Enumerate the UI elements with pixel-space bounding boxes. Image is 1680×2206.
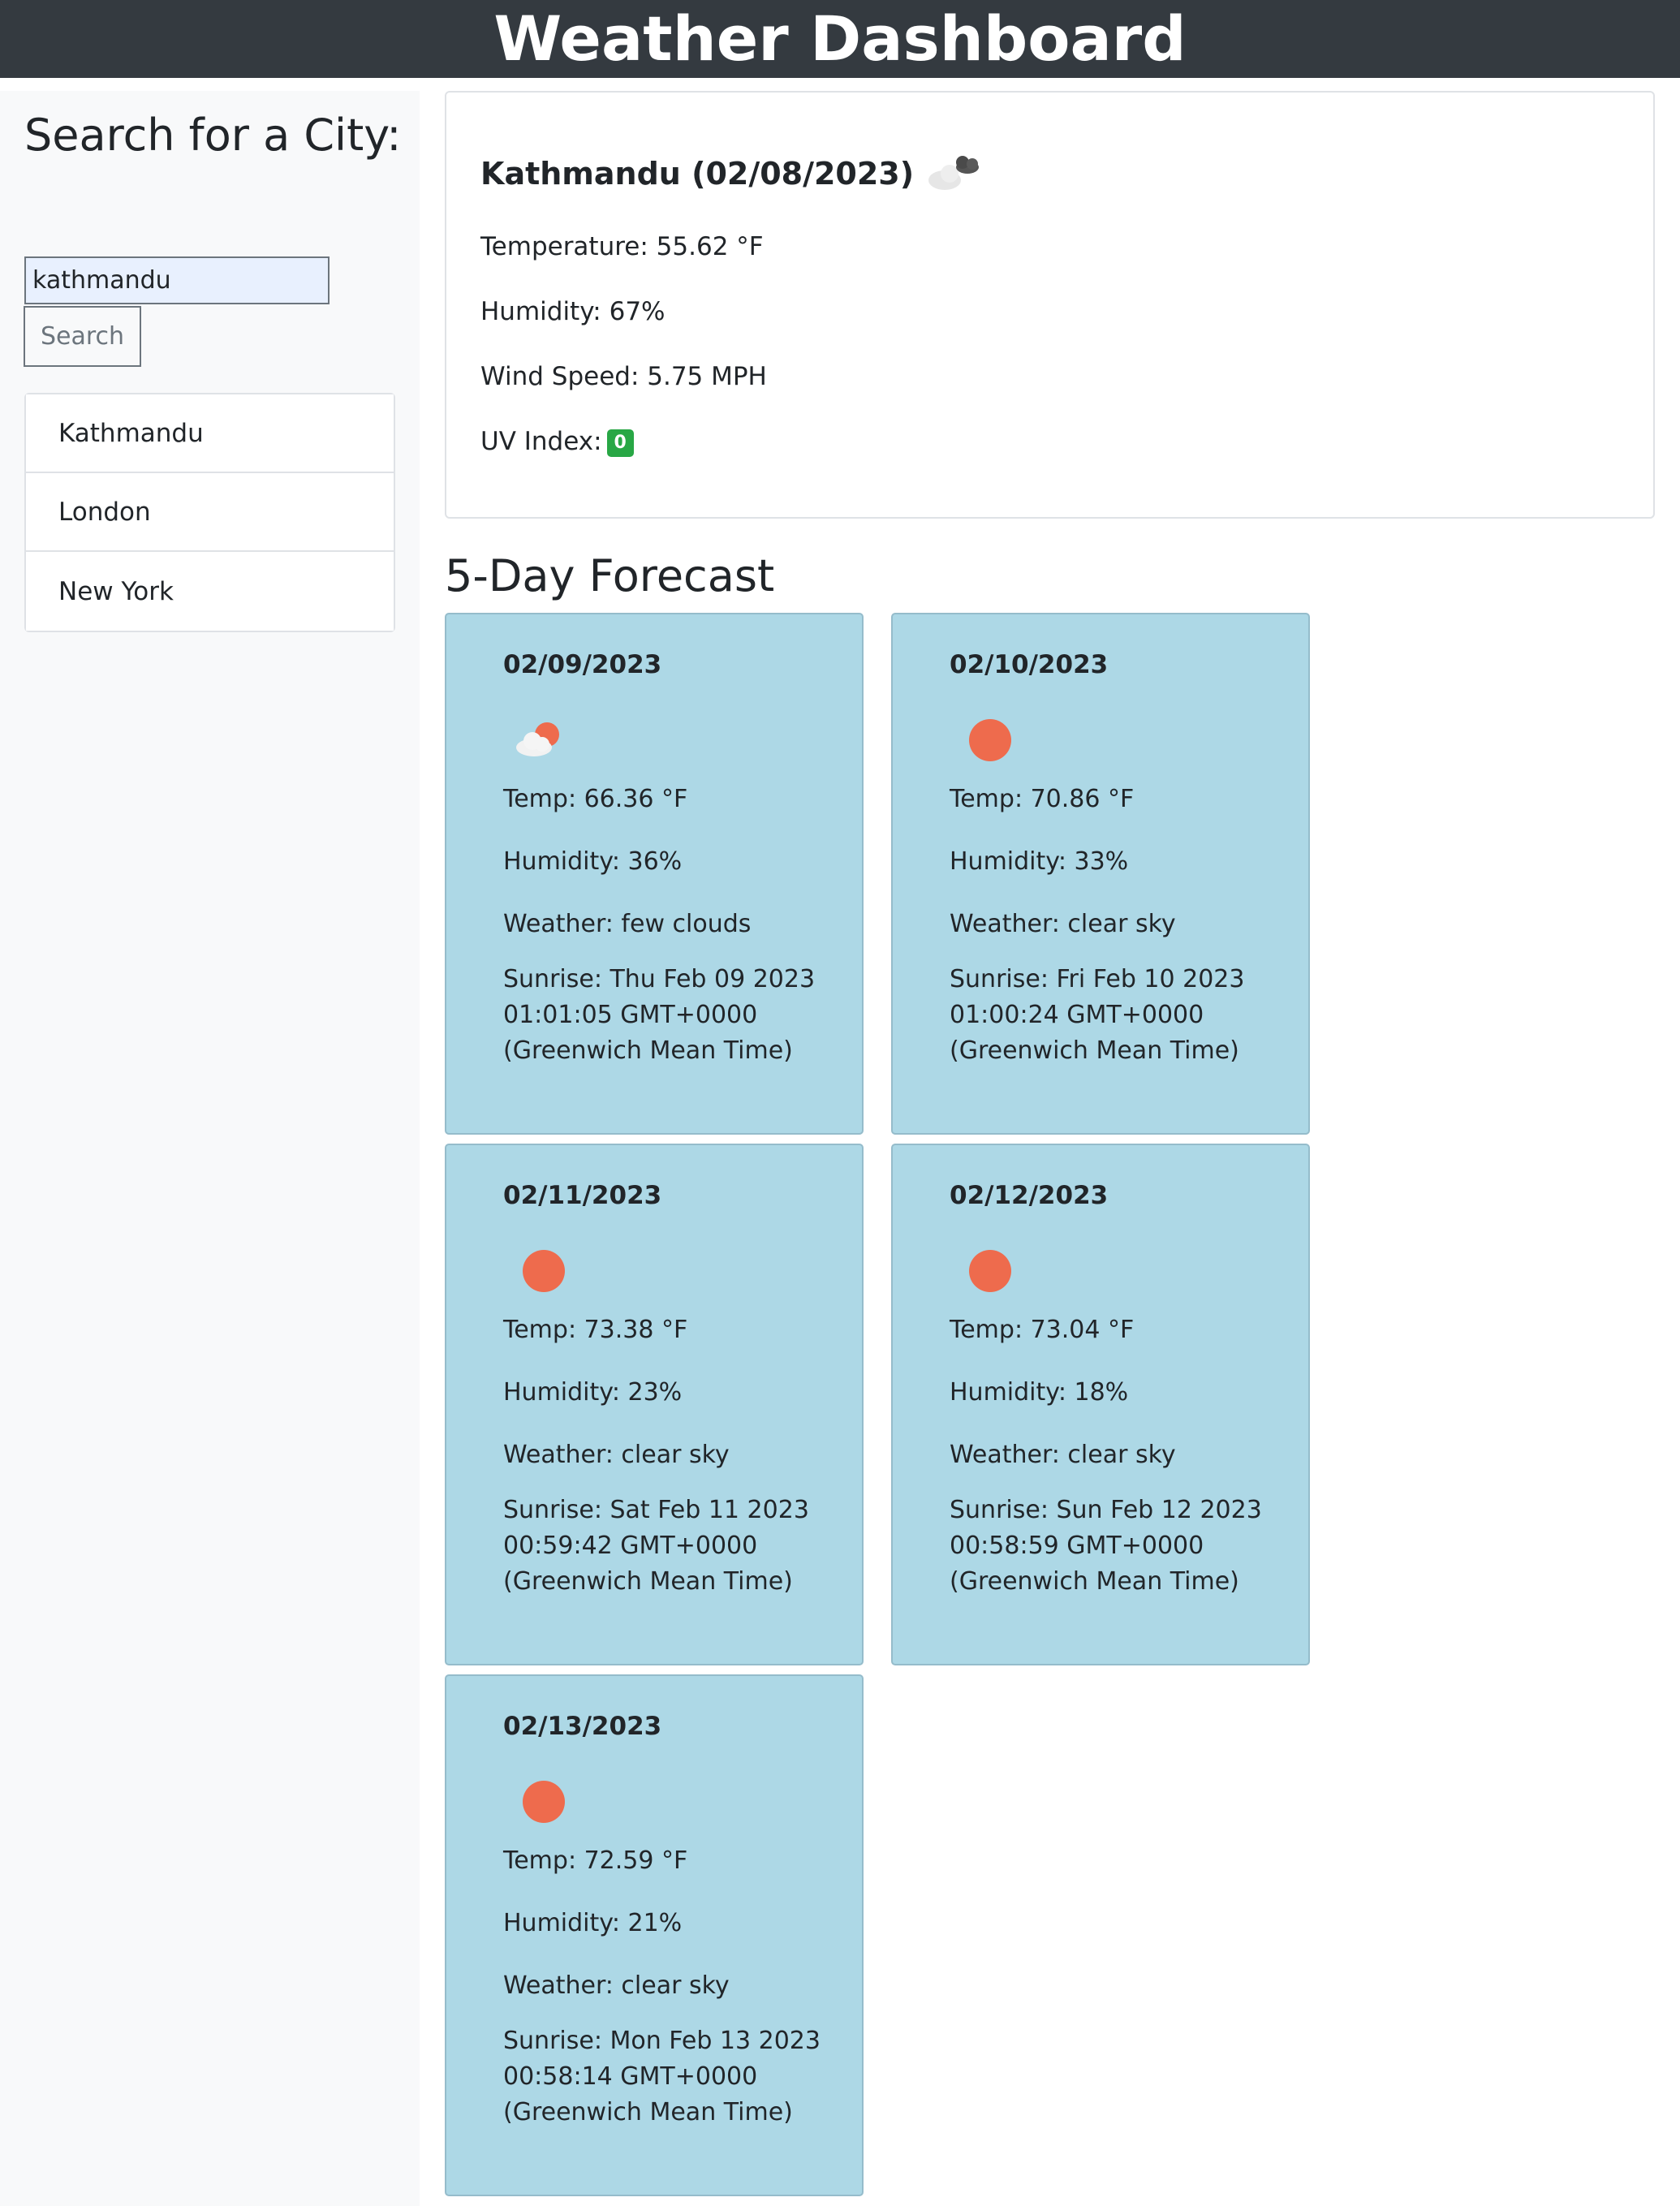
forecast-sunrise: Sunrise: Sat Feb 11 2023 00:59:42 GMT+00… [503,1496,809,1596]
forecast-sunrise: Sunrise: Thu Feb 09 2023 01:01:05 GMT+00… [503,965,816,1065]
forecast-date: 02/12/2023 [950,1181,1109,1210]
forecast-temp: Temp: 66.36 °F [503,785,688,813]
forecast-date: 02/13/2023 [503,1712,662,1741]
forecast-weather: Weather: clear sky [503,1441,730,1469]
forecast-date: 02/09/2023 [503,650,662,679]
search-heading: Search for a City: [24,110,402,161]
forecast-humidity: Humidity: 18% [950,1378,1129,1407]
forecast-humidity: Humidity: 36% [503,847,683,876]
few-clouds-icon [511,712,568,769]
forecast-temp: Temp: 73.38 °F [503,1316,688,1344]
forecast-card: 02/11/2023 Temp: 73.38 °F Humidity: 23% … [445,1144,864,1665]
page-title: Weather Dashboard [493,2,1187,75]
current-wind-speed: Wind Speed: 5.75 MPH [480,362,767,391]
forecast-weather: Weather: clear sky [503,1971,730,2000]
forecast-temp: Temp: 72.59 °F [503,1846,688,1875]
forecast-weather: Weather: few clouds [503,910,752,938]
forecast-weather: Weather: clear sky [950,1441,1176,1469]
page-header: Weather Dashboard [0,0,1680,78]
forecast-heading: 5-Day Forecast [445,550,775,601]
search-history-list: Kathmandu London New York [24,393,395,632]
forecast-card: 02/09/2023 Temp: 66.36 °F Humidity: 36% … [445,613,864,1135]
sun-icon [958,1243,1014,1299]
forecast-date: 02/10/2023 [950,650,1109,679]
forecast-humidity: Humidity: 23% [503,1378,683,1407]
forecast-card: 02/10/2023 Temp: 70.86 °F Humidity: 33% … [891,613,1310,1135]
sun-icon [958,712,1014,769]
forecast-humidity: Humidity: 21% [503,1909,683,1937]
search-button[interactable]: Search [24,306,141,367]
history-item-london[interactable]: London [26,473,394,552]
forecast-card: 02/12/2023 Temp: 73.04 °F Humidity: 18% … [891,1144,1310,1665]
sun-icon [511,1243,568,1299]
history-item-kathmandu[interactable]: Kathmandu [26,394,394,473]
history-item-new-york[interactable]: New York [26,552,394,631]
forecast-temp: Temp: 73.04 °F [950,1316,1135,1344]
uv-index-badge: 0 [606,429,634,457]
forecast-sunrise: Sunrise: Fri Feb 10 2023 01:00:24 GMT+00… [950,965,1245,1065]
forecast-card: 02/13/2023 Temp: 72.59 °F Humidity: 21% … [445,1674,864,2196]
current-weather-card: Kathmandu (02/08/2023) Temperature: 55.6… [445,91,1655,519]
current-city-date: Kathmandu (02/08/2023) [480,156,915,192]
current-temperature: Temperature: 55.62 °F [480,232,764,261]
current-weather-title: Kathmandu (02/08/2023) [480,138,987,209]
sidebar: Search for a City: Search Kathmandu Lond… [0,91,420,2206]
city-search-input[interactable] [24,256,330,304]
forecast-sunrise: Sunrise: Sun Feb 12 2023 00:58:59 GMT+00… [950,1496,1262,1596]
uv-index-label: UV Index: [480,427,602,456]
forecast-weather: Weather: clear sky [950,910,1176,938]
current-uv-row: UV Index: 0 [480,424,634,459]
sun-icon [511,1773,568,1830]
forecast-humidity: Humidity: 33% [950,847,1129,876]
forecast-sunrise: Sunrise: Mon Feb 13 2023 00:58:14 GMT+00… [503,2027,821,2126]
forecast-date: 02/11/2023 [503,1181,662,1210]
broken-clouds-icon [925,146,987,202]
forecast-temp: Temp: 70.86 °F [950,785,1135,813]
current-humidity: Humidity: 67% [480,297,666,326]
